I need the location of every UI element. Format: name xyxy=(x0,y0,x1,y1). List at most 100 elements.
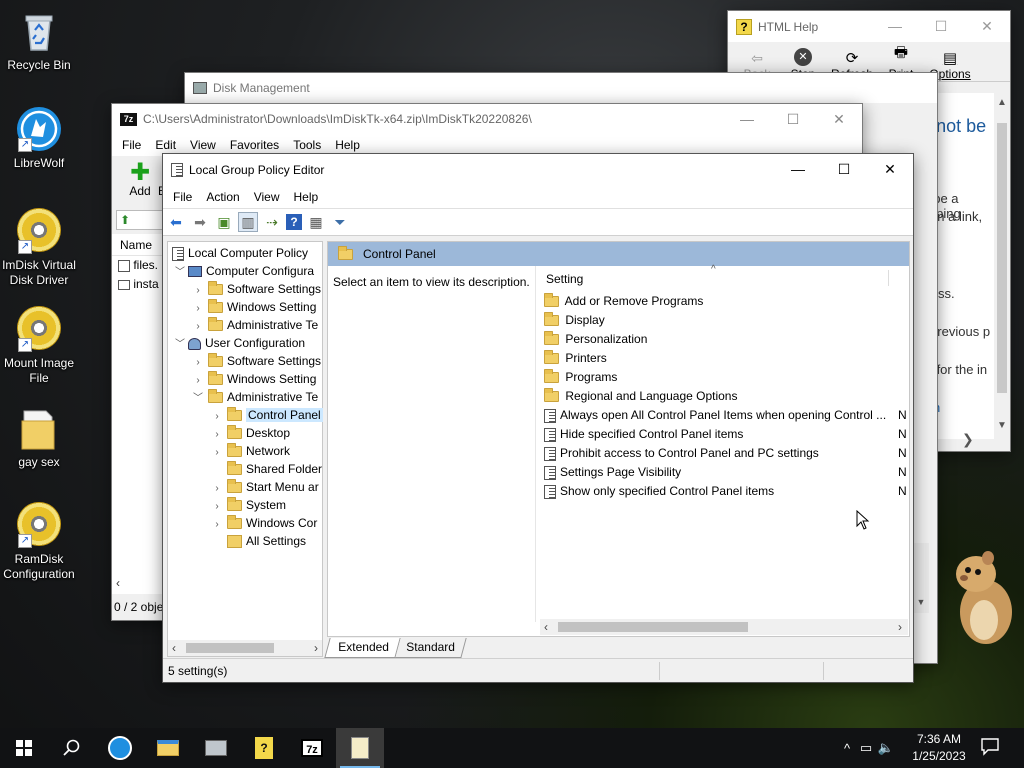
up-folder-icon[interactable]: ▣ xyxy=(214,212,234,232)
network-icon[interactable]: ▭ xyxy=(856,740,876,756)
close-button[interactable]: ✕ xyxy=(867,154,913,184)
tab-standard[interactable]: Standard xyxy=(395,638,467,658)
scroll-up-icon[interactable]: ▲ xyxy=(994,97,1010,108)
taskbar-file-explorer[interactable] xyxy=(144,728,192,768)
tree-item-windows-components[interactable]: › Windows Cor xyxy=(168,514,322,532)
tree-item-start-menu[interactable]: › Start Menu ar xyxy=(168,478,322,496)
tab-extended[interactable]: Extended xyxy=(324,638,401,658)
scroll-right-icon[interactable]: › xyxy=(898,620,902,634)
setting-row-policy[interactable]: Always open All Control Panel Items when… xyxy=(544,406,910,425)
gpedit-tree-pane[interactable]: Local Computer Policy ﹀ Computer Configur… xyxy=(167,241,323,657)
tree-item-user-configuration[interactable]: ﹀ User Configuration xyxy=(168,334,322,352)
menu-view[interactable]: View xyxy=(183,138,223,152)
tree-item-system[interactable]: › System xyxy=(168,496,322,514)
desktop-icon-imdisk-driver[interactable]: ↗ ImDisk Virtual Disk Driver xyxy=(0,208,78,288)
setting-row-policy[interactable]: Show only specified Control Panel items N xyxy=(544,482,910,501)
scroll-left-icon[interactable]: ‹ xyxy=(116,576,120,590)
help-vertical-scrollbar[interactable]: ▲ ▼ xyxy=(994,93,1010,439)
tree-item-windows-settings[interactable]: › Windows Setting xyxy=(168,370,322,388)
notifications-button[interactable] xyxy=(980,736,1004,760)
setting-row-folder[interactable]: Printers xyxy=(544,349,910,368)
setting-row-folder[interactable]: Add or Remove Programs xyxy=(544,292,910,311)
file-row[interactable]: files. xyxy=(112,256,162,275)
scrollbar-thumb[interactable] xyxy=(997,123,1007,393)
setting-row-policy[interactable]: Settings Page Visibility N xyxy=(544,463,910,482)
menu-file[interactable]: File xyxy=(115,138,148,152)
menu-edit[interactable]: Edit xyxy=(148,138,183,152)
setting-row-policy[interactable]: Hide specified Control Panel items N xyxy=(544,425,910,444)
taskbar-librewolf[interactable] xyxy=(96,728,144,768)
tree-item-administrative-templates[interactable]: ﹀ Administrative Te xyxy=(168,388,322,406)
file-row[interactable]: insta xyxy=(112,275,162,294)
menu-action[interactable]: Action xyxy=(199,190,246,204)
scroll-right-icon[interactable]: ❯ xyxy=(962,431,974,448)
close-button[interactable]: ✕ xyxy=(816,104,862,134)
menu-help[interactable]: Help xyxy=(328,138,367,152)
volume-muted-icon[interactable]: 🔈 xyxy=(876,740,896,756)
column-header-name[interactable]: Name xyxy=(112,234,162,256)
back-arrow-icon[interactable]: ⬅ xyxy=(166,212,186,232)
setting-row-folder[interactable]: Programs xyxy=(544,368,910,387)
taskbar-disk-management[interactable] xyxy=(192,728,240,768)
properties-icon[interactable]: ▦ xyxy=(306,212,326,232)
sevenzip-titlebar[interactable]: 7z C:\Users\Administrator\Downloads\ImDi… xyxy=(112,104,862,134)
menu-view[interactable]: View xyxy=(247,190,287,204)
menu-tools[interactable]: Tools xyxy=(286,138,328,152)
scrollbar-thumb[interactable] xyxy=(186,643,274,653)
html-help-titlebar[interactable]: ? HTML Help — ☐ ✕ xyxy=(728,11,1010,42)
sevenzip-address-bar[interactable]: ⬆ xyxy=(116,210,164,230)
column-header-setting[interactable]: Setting xyxy=(546,272,583,286)
scrollbar-thumb[interactable] xyxy=(558,622,748,632)
gpedit-details-pane[interactable]: Control Panel Select an item to view its… xyxy=(327,241,910,637)
tree-item-windows-settings[interactable]: › Windows Setting xyxy=(168,298,322,316)
tree-horizontal-scrollbar[interactable]: ‹ › xyxy=(168,640,322,656)
desktop-icon-mount-image[interactable]: ↗ Mount Image File xyxy=(0,306,78,386)
export-list-icon[interactable]: ⇢ xyxy=(262,212,282,232)
minimize-button[interactable]: — xyxy=(724,104,770,134)
clock[interactable]: 7:36 AM 1/25/2023 xyxy=(906,731,972,765)
maximize-button[interactable]: ☐ xyxy=(918,11,964,41)
desktop-icon-ramdisk[interactable]: ↗ RamDisk Configuration xyxy=(0,502,78,582)
desktop-icon-librewolf[interactable]: ↗ LibreWolf xyxy=(0,106,78,171)
tree-item-desktop[interactable]: › Desktop xyxy=(168,424,322,442)
desktop-icon-recycle-bin[interactable]: Recycle Bin xyxy=(0,8,78,73)
menu-help[interactable]: Help xyxy=(287,190,326,204)
minimize-button[interactable]: — xyxy=(775,154,821,184)
sevenzip-add-button[interactable]: ✚ Add xyxy=(120,161,160,199)
chevron-up-icon[interactable]: ^ xyxy=(838,741,856,756)
scroll-down-icon[interactable]: ▼ xyxy=(994,420,1010,431)
tree-item-shared-folders[interactable]: Shared Folder xyxy=(168,460,322,478)
setting-row-folder[interactable]: Personalization xyxy=(544,330,910,349)
forward-arrow-icon[interactable]: ➡ xyxy=(190,212,210,232)
minimize-button[interactable]: — xyxy=(872,11,918,41)
taskbar-group-policy-editor[interactable] xyxy=(336,728,384,768)
help-icon[interactable]: ? xyxy=(286,214,302,230)
desktop-icon-folder[interactable]: gay sex xyxy=(0,405,78,470)
tree-item-software-settings[interactable]: › Software Settings xyxy=(168,280,322,298)
filter-icon[interactable]: ⏷ xyxy=(330,212,350,232)
disk-scrollbar[interactable]: ▼ xyxy=(913,543,929,613)
details-horizontal-scrollbar[interactable]: ‹ › xyxy=(540,619,908,635)
menu-file[interactable]: File xyxy=(166,190,199,204)
maximize-button[interactable]: ☐ xyxy=(770,104,816,134)
close-button[interactable]: ✕ xyxy=(964,11,1010,41)
taskbar-html-help[interactable]: ? xyxy=(240,728,288,768)
tree-item-local-computer-policy[interactable]: Local Computer Policy xyxy=(168,244,322,262)
tree-item-software-settings[interactable]: › Software Settings xyxy=(168,352,322,370)
tree-item-computer-configuration[interactable]: ﹀ Computer Configura xyxy=(168,262,322,280)
setting-row-folder[interactable]: Display xyxy=(544,311,910,330)
scroll-left-icon[interactable]: ‹ xyxy=(544,620,548,634)
maximize-button[interactable]: ☐ xyxy=(821,154,867,184)
start-button[interactable] xyxy=(0,728,48,768)
menu-favorites[interactable]: Favorites xyxy=(223,138,286,152)
scroll-left-icon[interactable]: ‹ xyxy=(172,641,176,655)
gpedit-titlebar[interactable]: Local Group Policy Editor — ☐ ✕ xyxy=(163,154,913,186)
scroll-down-icon[interactable]: ▼ xyxy=(913,597,929,607)
tree-item-administrative-templates[interactable]: › Administrative Te xyxy=(168,316,322,334)
search-button[interactable] xyxy=(48,728,96,768)
sevenzip-file-list[interactable]: Name files. insta ‹ xyxy=(112,234,162,594)
disk-management-titlebar[interactable]: Disk Management xyxy=(185,73,937,103)
setting-row-folder[interactable]: Regional and Language Options xyxy=(544,387,910,406)
tree-item-network[interactable]: › Network xyxy=(168,442,322,460)
tree-item-control-panel[interactable]: › Control Panel xyxy=(168,406,323,424)
